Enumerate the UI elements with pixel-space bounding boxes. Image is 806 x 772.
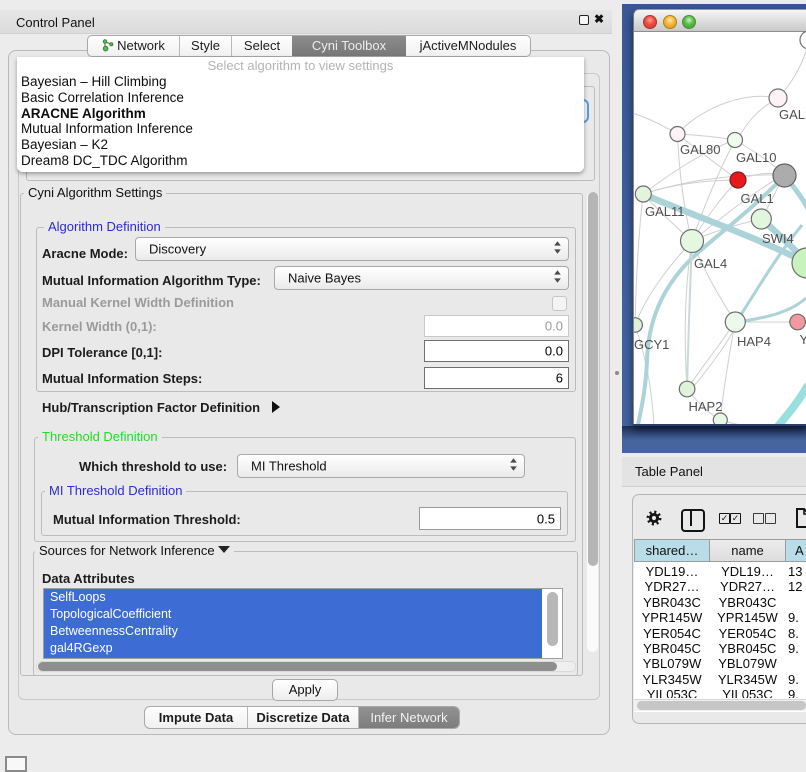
svg-text:GAL80: GAL80 — [680, 142, 720, 157]
svg-text:GAL4: GAL4 — [694, 256, 727, 271]
svg-text:HAP2: HAP2 — [689, 399, 723, 414]
svg-text:HAP4: HAP4 — [737, 334, 771, 349]
svg-text:GAL10: GAL10 — [736, 150, 776, 165]
svg-text:GAL1: GAL1 — [741, 191, 774, 206]
svg-text:GAL2: GAL2 — [779, 107, 806, 122]
svg-text:SWI4: SWI4 — [762, 231, 794, 246]
svg-text:GCY1: GCY1 — [634, 337, 669, 352]
svg-text:YM: YM — [800, 332, 806, 347]
svg-text:GAL11: GAL11 — [645, 204, 685, 219]
